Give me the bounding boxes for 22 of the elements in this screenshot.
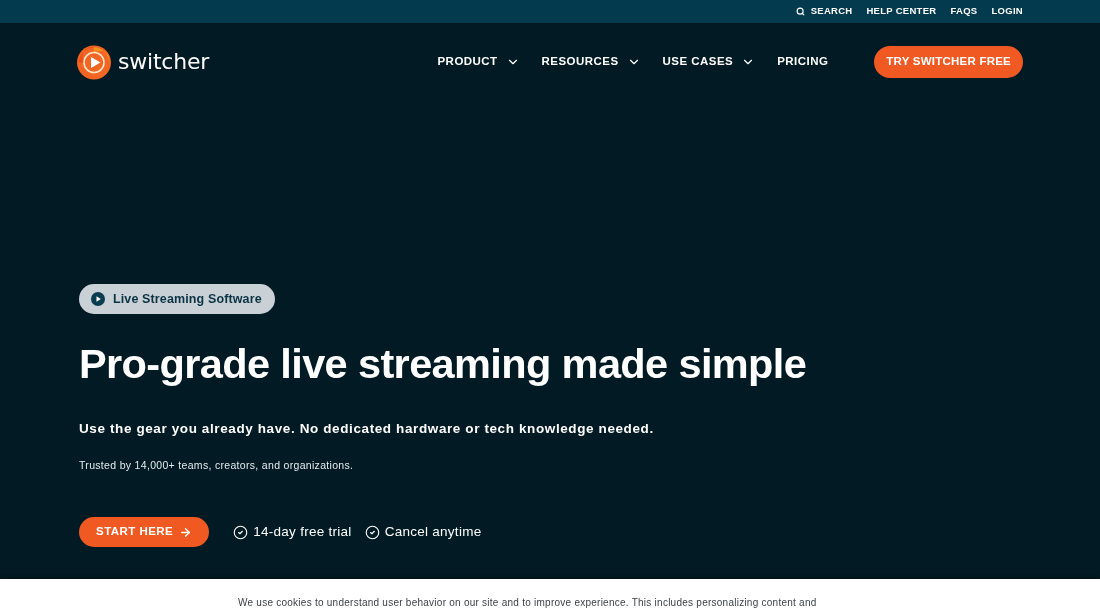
cookie-text: We use cookies to understand user behavior on our site and to improve experience. This includes personalizing content and (238, 596, 817, 610)
perk-text: Cancel anytime (384, 522, 482, 541)
category-badge: Live Streaming Software (79, 284, 275, 314)
nav-link[interactable]: PRICING (777, 53, 829, 71)
top-bar-link[interactable]: FAQS (950, 4, 978, 19)
check-circle-icon (233, 524, 249, 540)
hero-subheading: Use the gear you already have. No dedicated hardware or tech knowledge needed. (79, 420, 654, 438)
top-bar-link[interactable]: LOGIN (991, 4, 1023, 19)
search-icon (795, 7, 805, 16)
logo-wordmark[interactable]: switcher (118, 51, 210, 73)
nav-link[interactable]: PRODUCT (437, 53, 520, 71)
arrow-right-icon (179, 525, 193, 539)
nav-link[interactable]: USE CASES (662, 53, 756, 71)
trust-text: Trusted by 14,000+ teams, creators, and organizations. (79, 458, 354, 472)
logo-icon (76, 43, 112, 81)
perk-text: 14-day free trial (253, 522, 352, 541)
play-circle-icon (91, 292, 105, 306)
top-bar-link[interactable]: HELP CENTER (866, 4, 937, 19)
search-link[interactable]: SEARCH (795, 4, 853, 19)
nav-link[interactable]: RESOURCES (541, 53, 641, 71)
check-circle-icon (364, 524, 380, 540)
hero-heading: Pro-grade live streaming made simple (79, 340, 807, 388)
